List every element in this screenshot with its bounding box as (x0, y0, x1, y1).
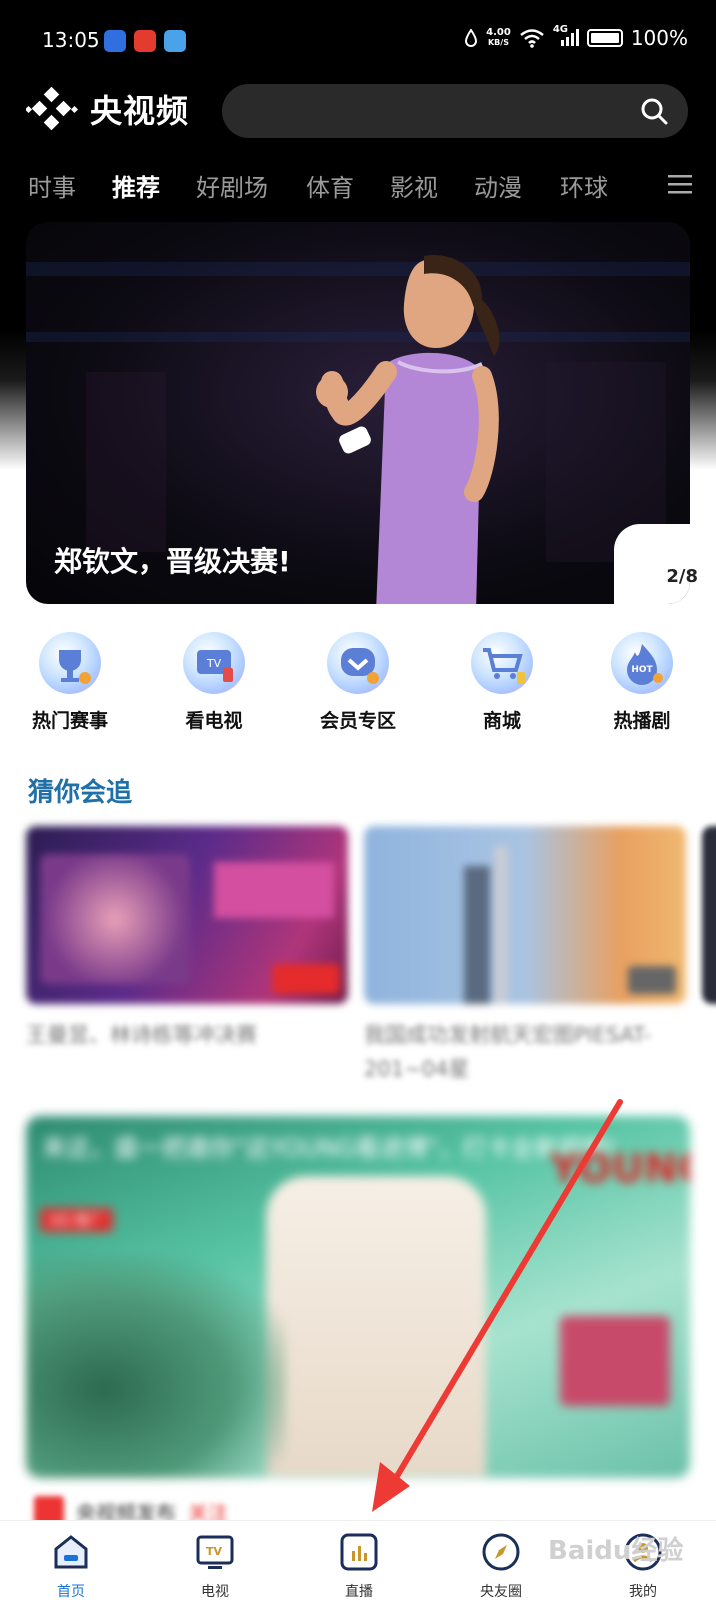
nav-home[interactable]: 首页 (26, 1531, 116, 1600)
baidu-watermark: Baidu经验 (548, 1536, 684, 1566)
quick-entry-vip[interactable]: 会员专区 (303, 632, 413, 733)
card-title: 我国成功发射航天宏图PIESAT-201~04星 (364, 1023, 652, 1081)
notice-app-icon (164, 30, 186, 52)
svg-text:TV: TV (206, 657, 222, 670)
quick-entry-row: 热门赛事 TV 看电视 会员专区 商城 HOT 热播剧 (0, 632, 716, 742)
tennis-player-image (316, 255, 500, 604)
card-thumbnail (26, 826, 348, 1004)
banner-caption: 郑钦文，晋级决赛! (54, 545, 291, 578)
status-right: 4.00 KB/S 4G 100% (464, 24, 688, 50)
net-speed: 4.00 KB/S (486, 28, 511, 48)
cctv-logo-icon (26, 87, 78, 131)
app-logo[interactable]: 央视频 (26, 86, 189, 132)
promo-text: 来这，盛一把邀你"这YOUNG看进博"，打卡全新视频! (42, 1134, 617, 1162)
compass-icon (482, 1533, 520, 1571)
battery-level: 100% (630, 26, 688, 50)
trophy-icon (39, 632, 101, 694)
search-input[interactable] (222, 84, 688, 138)
quick-entry-label: 热播剧 (613, 710, 671, 732)
promo-banner[interactable]: 来这，盛一把邀你"这YOUNG看进博"，打卡全新视频! AD 推广 YOUNG (26, 1116, 690, 1478)
battery-icon (586, 29, 623, 47)
nav-label: 电视 (201, 1584, 229, 1600)
quick-entry-label: 看电视 (185, 710, 243, 732)
banner-corner (614, 524, 690, 604)
quick-entry-mall[interactable]: 商城 (447, 632, 557, 733)
nav-tv[interactable]: TV 电视 (170, 1531, 260, 1600)
status-bar: 13:05 4.00 KB/S 4G 100% (0, 0, 716, 82)
tv-nav-icon: TV (196, 1535, 234, 1569)
nav-label: 首页 (57, 1584, 85, 1600)
vip-icon (327, 632, 389, 694)
card-thumbnail (364, 826, 686, 1004)
net-speed-value: 4.00 (486, 27, 511, 38)
svg-text:HOT: HOT (631, 665, 653, 675)
tab-recommend[interactable]: 推荐 (112, 168, 160, 203)
nav-live[interactable]: 直播 (314, 1531, 404, 1600)
hero-banner[interactable]: 郑钦文，晋级决赛! (26, 222, 690, 604)
data-saver-icon (465, 29, 478, 47)
channel-menu-icon[interactable] (668, 172, 692, 196)
baidu-app-icon (104, 30, 126, 52)
section-title-guess-you-follow: 猜你会追 (28, 778, 133, 808)
nav-label: 直播 (345, 1584, 373, 1600)
quick-entry-watch-tv[interactable]: TV 看电视 (159, 632, 269, 733)
cellular-icon: 4G (553, 24, 579, 48)
notification-icons (104, 30, 186, 52)
tv-icon: TV (183, 632, 245, 694)
promo-tag: AD 推广 (40, 1208, 113, 1232)
hot-flame-icon: HOT (611, 632, 673, 694)
tab-film[interactable]: 影视 (390, 168, 438, 203)
cart-icon (471, 632, 533, 694)
recommend-card[interactable]: 王曼昱、林诗栋等冲决赛 (26, 826, 348, 1052)
quick-entry-label: 热门赛事 (31, 710, 108, 732)
quick-entry-hot-drama[interactable]: HOT 热播剧 (587, 632, 697, 733)
card-title: 王曼昱、林诗栋等冲决赛 (26, 1023, 257, 1047)
quick-entry-label: 会员专区 (319, 710, 396, 732)
search-icon[interactable] (640, 97, 668, 125)
quick-entry-label: 商城 (482, 710, 521, 732)
weibo-app-icon (134, 30, 156, 52)
home-icon (54, 1535, 88, 1569)
banner-page-indicator: 2/8 (666, 566, 698, 587)
nav-circle[interactable]: 央友圈 (456, 1531, 546, 1600)
live-icon (340, 1533, 378, 1571)
card-peek[interactable] (702, 826, 716, 1004)
tab-drama-theater[interactable]: 好剧场 (196, 168, 268, 203)
channel-tabs: 时事 推荐 好剧场 体育 影视 动漫 环球 (0, 162, 716, 210)
tab-global[interactable]: 环球 (560, 168, 608, 203)
status-time: 13:05 (42, 28, 100, 52)
wifi-icon (520, 29, 544, 48)
quick-entry-hot-events[interactable]: 热门赛事 (15, 632, 125, 733)
nav-label: 我的 (629, 1584, 657, 1600)
svg-text:TV: TV (206, 1545, 223, 1558)
tab-sports[interactable]: 体育 (306, 168, 354, 203)
tab-shishi[interactable]: 时事 (28, 168, 76, 203)
recommend-card[interactable]: 我国成功发射航天宏图PIESAT-201~04星 (364, 826, 686, 1086)
net-speed-unit: KB/S (487, 38, 509, 47)
nav-label: 央友圈 (480, 1584, 522, 1600)
logo-text: 央视频 (90, 92, 190, 130)
tab-anime[interactable]: 动漫 (474, 168, 522, 203)
